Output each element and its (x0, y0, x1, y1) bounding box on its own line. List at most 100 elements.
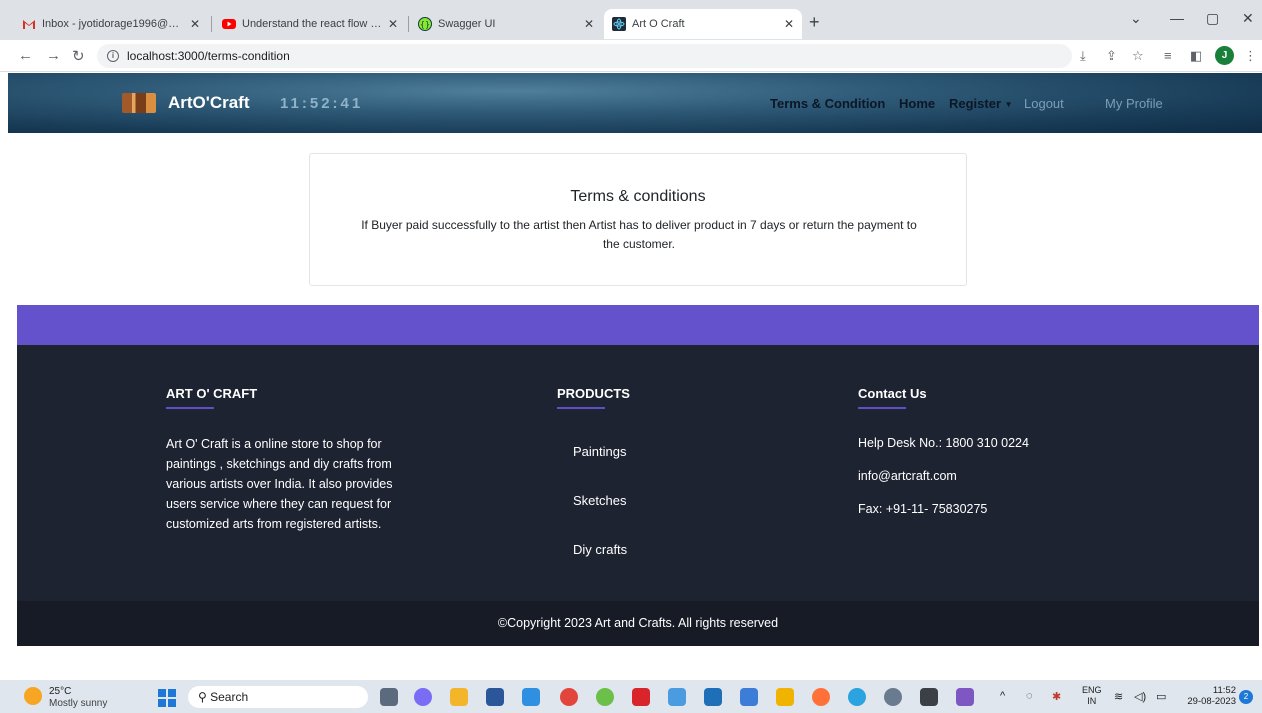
vscode-icon[interactable] (522, 688, 540, 706)
tab-title: Inbox - jyotidorage1996@gmail.c (42, 18, 184, 30)
taskbar-search-label: Search (210, 690, 249, 704)
new-tab-button[interactable]: + (809, 12, 820, 33)
site-header: ArtO'Craft 11:52:41 Terms & Condition Ho… (8, 73, 1262, 133)
taskbar-time: 11:52 (1212, 685, 1236, 696)
acrobat-icon[interactable] (632, 688, 650, 706)
install-icon[interactable]: ⤓ (1080, 48, 1086, 64)
task-view-icon[interactable] (380, 688, 398, 706)
nav-my-profile[interactable]: My Profile (1105, 96, 1163, 111)
gmail-icon (22, 17, 36, 31)
teams-chat-icon[interactable] (414, 688, 432, 706)
footer-fax: Fax: +91-11- 75830275 (858, 502, 988, 516)
copyright-bar: ©Copyright 2023 Art and Crafts. All righ… (17, 601, 1259, 646)
terms-title: Terms & conditions (570, 188, 706, 205)
youtube-icon (222, 17, 236, 31)
store-icon[interactable] (740, 688, 758, 706)
weather-condition[interactable]: Mostly sunny (49, 698, 107, 709)
region-code: IN (1087, 696, 1097, 706)
settings-gear-icon[interactable] (884, 688, 902, 706)
site-footer: ART O' CRAFT Art O' Craft is a online st… (17, 345, 1259, 601)
copyright-text: ©Copyright 2023 Art and Crafts. All righ… (497, 616, 779, 630)
app-green-icon[interactable] (596, 688, 614, 706)
reload-icon[interactable]: ↻ (72, 47, 85, 65)
brand-name[interactable]: ArtO'Craft (168, 93, 250, 113)
window-close-icon[interactable]: ✕ (1242, 10, 1254, 27)
footer-products-title: PRODUCTS (557, 386, 630, 409)
taskbar-clock[interactable]: 11:52 29-08-2023 (1180, 685, 1236, 707)
tab-search-icon[interactable]: ⌄ (1130, 10, 1142, 27)
footer-helpdesk: Help Desk No.: 1800 310 0224 (858, 436, 1029, 450)
nav-home[interactable]: Home (899, 96, 935, 111)
sticky-notes-icon[interactable] (776, 688, 794, 706)
tab-title: Art O Craft (632, 18, 685, 30)
telegram-icon[interactable] (848, 688, 866, 706)
firefox-icon[interactable] (812, 688, 830, 706)
taskbar: 25°C Mostly sunny ⚲ Search ^ ◌ ✱ ENG IN … (0, 680, 1262, 713)
reading-list-icon[interactable]: ≡ (1164, 48, 1172, 63)
mail-icon[interactable] (704, 688, 722, 706)
notepad-icon[interactable] (668, 688, 686, 706)
volume-icon[interactable]: ◁) (1134, 690, 1146, 703)
chrome-icon[interactable] (560, 688, 578, 706)
close-icon[interactable]: ✕ (584, 17, 594, 31)
profile-avatar[interactable]: J (1215, 46, 1234, 65)
language-code: ENG (1082, 685, 1102, 695)
close-icon[interactable]: ✕ (784, 17, 794, 31)
bookmark-star-icon[interactable]: ☆ (1132, 48, 1144, 64)
taskbar-search[interactable]: ⚲ Search (188, 686, 368, 708)
weather-temperature[interactable]: 25°C (49, 686, 71, 697)
wifi-icon[interactable]: ≋ (1114, 690, 1123, 703)
weather-sun-icon[interactable] (24, 687, 42, 705)
url-text: localhost:3000/terms-condition (127, 49, 290, 63)
menu-dots-icon[interactable]: ⋮ (1244, 48, 1257, 64)
terms-body: If Buyer paid successfully to the artist… (361, 218, 917, 251)
nav-register[interactable]: Register ▼ (949, 96, 1013, 111)
footer-link-sketches[interactable]: Sketches (573, 493, 626, 508)
site-logo[interactable] (122, 93, 156, 113)
tab-gmail[interactable]: Inbox - jyotidorage1996@gmail.c ✕ (14, 9, 208, 39)
react-icon (612, 17, 626, 31)
caret-down-icon: ▼ (1004, 100, 1013, 110)
taskbar-date: 29-08-2023 (1187, 696, 1236, 707)
battery-icon[interactable]: ▭ (1156, 690, 1166, 703)
tab-title: Understand the react flow and st (242, 18, 382, 30)
terminal-icon[interactable] (920, 688, 938, 706)
tab-art-o-craft[interactable]: Art O Craft ✕ (604, 9, 802, 39)
side-panel-icon[interactable]: ◧ (1190, 48, 1202, 64)
tray-network-off-icon[interactable]: ◌ (1026, 690, 1033, 702)
terms-card: Terms & conditions If Buyer paid success… (309, 153, 967, 286)
app-purple-icon[interactable] (956, 688, 974, 706)
forward-icon[interactable]: → (46, 47, 61, 64)
footer-contact-title: Contact Us (858, 386, 927, 409)
footer-link-paintings[interactable]: Paintings (573, 444, 626, 459)
back-icon[interactable]: ← (18, 47, 33, 64)
tray-app-icon[interactable]: ✱ (1052, 690, 1061, 703)
tray-chevron-up-icon[interactable]: ^ (1000, 690, 1005, 702)
live-clock: 11:52:41 (280, 95, 364, 112)
windows-start-icon[interactable] (158, 689, 176, 707)
tab-separator (408, 16, 409, 32)
nav-terms-condition[interactable]: Terms & Condition (770, 96, 885, 111)
footer-accent-band (17, 305, 1259, 345)
share-icon[interactable]: ⇪ (1106, 48, 1117, 64)
nav-logout[interactable]: Logout (1024, 96, 1064, 111)
language-indicator[interactable]: ENG IN (1082, 685, 1102, 707)
swagger-icon: {} (418, 17, 432, 31)
word-icon[interactable] (486, 688, 504, 706)
notification-badge[interactable]: 2 (1239, 690, 1253, 704)
info-icon[interactable]: i (107, 50, 119, 62)
footer-about-text: Art O' Craft is a online store to shop f… (166, 437, 393, 531)
file-explorer-icon[interactable] (450, 688, 468, 706)
close-icon[interactable]: ✕ (388, 17, 398, 31)
browser-toolbar: ← → ↻ i localhost:3000/terms-condition ⤓… (0, 40, 1262, 72)
browser-tab-strip: Inbox - jyotidorage1996@gmail.c ✕ Unders… (0, 0, 1262, 40)
footer-about-title: ART O' CRAFT (166, 386, 258, 409)
footer-email[interactable]: info@artcraft.com (858, 469, 957, 483)
maximize-icon[interactable]: ▢ (1206, 10, 1219, 27)
tab-youtube[interactable]: Understand the react flow and st ✕ (214, 9, 406, 39)
close-icon[interactable]: ✕ (190, 17, 200, 31)
minimize-icon[interactable]: — (1170, 10, 1184, 26)
tab-swagger[interactable]: {} Swagger UI ✕ (410, 9, 602, 39)
footer-link-diy-crafts[interactable]: Diy crafts (573, 542, 627, 557)
address-bar[interactable]: i localhost:3000/terms-condition (97, 44, 1072, 68)
